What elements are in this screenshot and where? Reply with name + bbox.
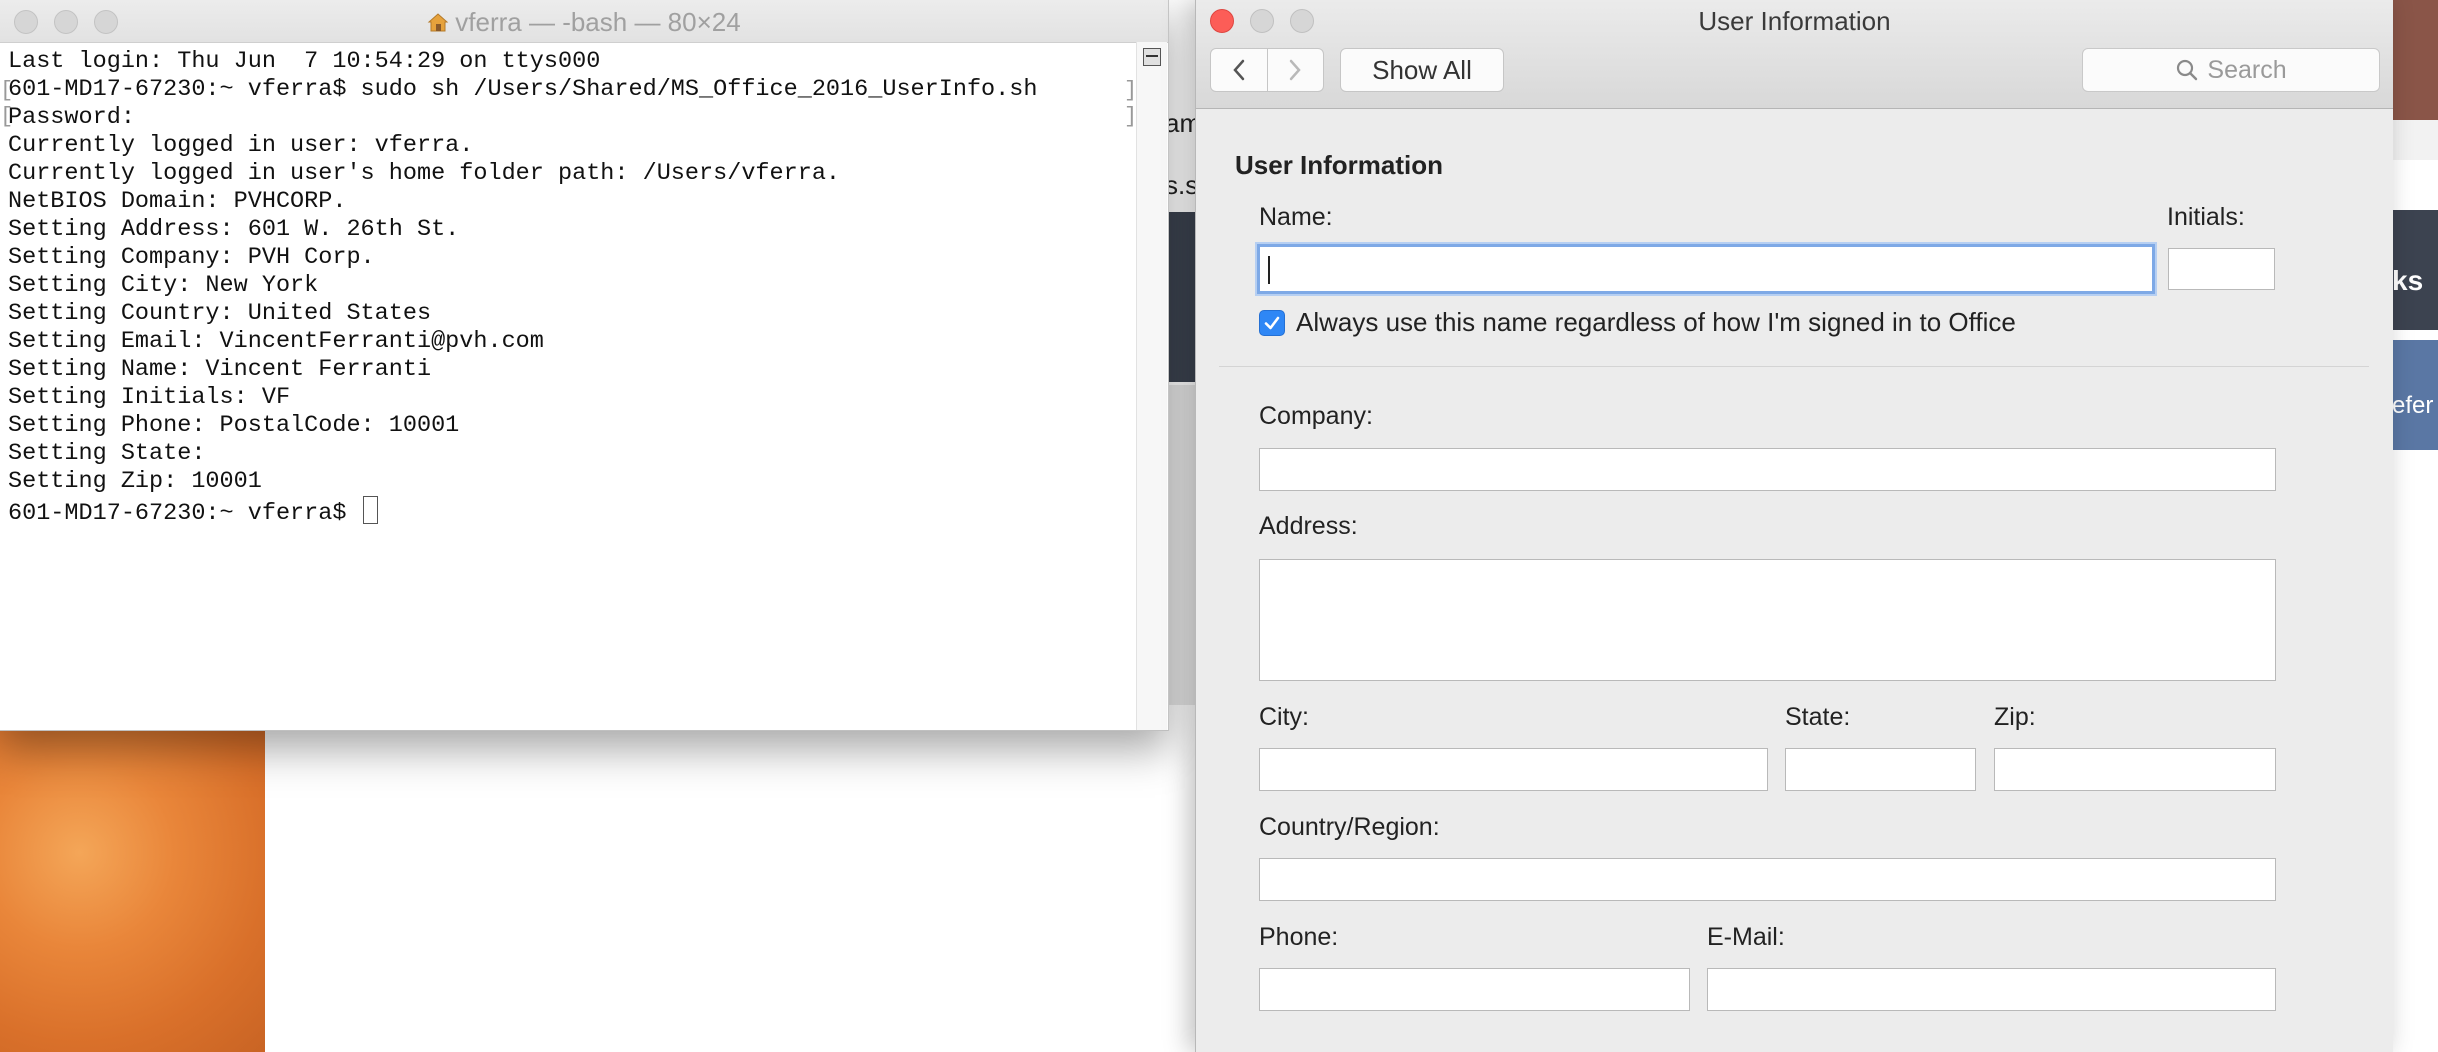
email-field[interactable] — [1707, 968, 2276, 1011]
split-pane-icon[interactable] — [1143, 48, 1161, 66]
text-caret — [1268, 256, 1270, 284]
background-text: ks — [2392, 265, 2424, 296]
search-icon — [2177, 59, 2198, 81]
phone-label: Phone: — [1259, 923, 1339, 951]
terminal-line: Currently logged in user's home folder p… — [8, 160, 841, 187]
zip-field[interactable] — [1994, 748, 2276, 791]
background-banner — [2392, 0, 2438, 120]
background-panel: ks — [2392, 210, 2438, 330]
terminal-title-text: vferra — -bash — 80×24 — [455, 7, 741, 37]
state-field[interactable] — [1785, 748, 1976, 791]
terminal-line: Currently logged in user: vferra. — [8, 132, 474, 159]
city-field[interactable] — [1259, 748, 1768, 791]
email-label: E-Mail: — [1707, 923, 1785, 951]
terminal-line: 601-MD17-67230:~ vferra$ sudo sh /Users/… — [8, 76, 1038, 103]
line-marker: [ — [0, 104, 14, 129]
address-label: Address: — [1259, 512, 1358, 540]
checkmark-icon — [1264, 316, 1280, 330]
terminal-cursor — [362, 496, 378, 524]
search-field[interactable]: Search — [2082, 48, 2380, 92]
terminal-line: Setting Initials: VF — [8, 384, 291, 411]
background-strip — [2392, 120, 2438, 160]
initials-label: Initials: — [2167, 203, 2245, 231]
terminal-line: Setting Phone: PostalCode: 10001 — [8, 412, 460, 439]
back-button[interactable] — [1211, 49, 1267, 91]
state-label: State: — [1785, 703, 1851, 731]
home-icon — [427, 13, 449, 32]
terminal-line: Last login: Thu Jun 7 10:54:29 on ttys00… — [8, 48, 601, 75]
forward-button[interactable] — [1266, 49, 1324, 91]
terminal-line: Setting State: — [8, 440, 206, 467]
phone-field[interactable] — [1259, 968, 1690, 1011]
country-label: Country/Region: — [1259, 813, 1440, 841]
terminal-line: Setting Email: VincentFerranti@pvh.com — [8, 328, 544, 355]
back-forward-buttons[interactable] — [1210, 48, 1324, 92]
country-field[interactable] — [1259, 858, 2276, 901]
terminal-line: Setting Country: United States — [8, 300, 432, 327]
terminal-scrollbar[interactable] — [1136, 42, 1167, 730]
window-title: User Information — [1698, 6, 1891, 36]
window-titlebar[interactable]: User Information Show All Search — [1196, 0, 2393, 109]
terminal-line: Setting Company: PVH Corp. — [8, 244, 375, 271]
company-field[interactable] — [1259, 448, 2276, 491]
name-field[interactable] — [1257, 244, 2155, 294]
chevron-left-icon — [1233, 59, 1244, 81]
terminal-line: Setting Name: Vincent Ferranti — [8, 356, 432, 383]
address-field[interactable] — [1259, 559, 2276, 681]
terminal-prompt-line: 601-MD17-67230:~ vferra$ — [8, 496, 1128, 528]
city-label: City: — [1259, 703, 1309, 731]
initials-field[interactable] — [2168, 248, 2275, 290]
terminal-title: vferra — -bash — 80×24 — [0, 7, 1168, 38]
section-title: User Information — [1235, 150, 1444, 180]
background-text: efer — [2392, 392, 2434, 419]
company-label: Company: — [1259, 402, 1373, 430]
user-information-window[interactable]: User Information Show All Search User In… — [1195, 0, 2393, 1052]
search-placeholder: Search — [2207, 55, 2287, 84]
terminal-line: Password: — [8, 104, 135, 131]
terminal-line: Setting City: New York — [8, 272, 319, 299]
desktop-area — [265, 720, 1195, 1052]
terminal-titlebar[interactable]: vferra — -bash — 80×24 — [0, 0, 1168, 43]
zip-label: Zip: — [1994, 703, 2036, 731]
terminal-output[interactable]: Last login: Thu Jun 7 10:54:29 on ttys00… — [8, 48, 1128, 718]
terminal-window[interactable]: vferra — -bash — 80×24 Last login: Thu J… — [0, 0, 1169, 731]
show-all-button[interactable]: Show All — [1340, 48, 1504, 92]
background-text: s.s — [1165, 170, 1199, 200]
background-panel: efer — [2392, 340, 2438, 450]
terminal-line: Setting Address: 601 W. 26th St. — [8, 216, 460, 243]
terminal-line: Setting Zip: 10001 — [8, 468, 262, 495]
terminal-line: NetBIOS Domain: PVHCORP. — [8, 188, 347, 215]
background-app-edge: ks efer — [2392, 0, 2438, 1052]
name-label: Name: — [1259, 203, 1333, 231]
line-marker: [ — [0, 78, 14, 103]
always-use-checkbox[interactable] — [1259, 310, 1285, 336]
always-use-label[interactable]: Always use this name regardless of how I… — [1296, 307, 2016, 338]
chevron-right-icon — [1290, 59, 1301, 81]
desktop-wallpaper — [0, 720, 265, 1052]
section-divider — [1219, 366, 2369, 367]
terminal-prompt: 601-MD17-67230:~ vferra$ — [8, 500, 361, 527]
